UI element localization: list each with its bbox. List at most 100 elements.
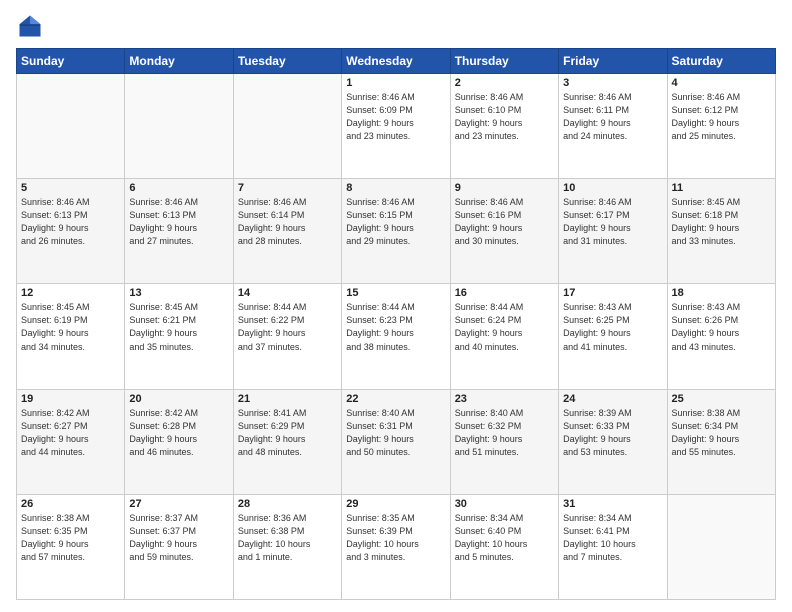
day-info: Sunrise: 8:46 AM Sunset: 6:15 PM Dayligh…	[346, 196, 445, 248]
day-info: Sunrise: 8:46 AM Sunset: 6:12 PM Dayligh…	[672, 91, 771, 143]
day-number: 4	[672, 77, 771, 89]
day-info: Sunrise: 8:46 AM Sunset: 6:13 PM Dayligh…	[129, 196, 228, 248]
calendar-cell: 31 Sunrise: 8:34 AM Sunset: 6:41 PM Dayli…	[559, 494, 667, 599]
week-row-2: 5Sunrise: 8:46 AM Sunset: 6:13 PM Daylig…	[17, 179, 776, 284]
weekday-header-friday: Friday	[559, 49, 667, 74]
day-info: Sunrise: 8:46 AM Sunset: 6:09 PM Dayligh…	[346, 91, 445, 143]
day-number: 23	[455, 393, 554, 405]
day-number: 8	[346, 182, 445, 194]
calendar-cell: 9 Sunrise: 8:46 AM Sunset: 6:16 PM Daylig…	[450, 179, 558, 284]
calendar-cell: 25 Sunrise: 8:38 AM Sunset: 6:34 PM Dayli…	[667, 389, 775, 494]
calendar-cell: 7 Sunrise: 8:46 AM Sunset: 6:14 PM Daylig…	[233, 179, 341, 284]
calendar-cell: 12Sunrise: 8:45 AM Sunset: 6:19 PM Dayli…	[17, 284, 125, 389]
day-number: 24	[563, 393, 662, 405]
day-number: 16	[455, 287, 554, 299]
calendar-cell: 16 Sunrise: 8:44 AM Sunset: 6:24 PM Dayli…	[450, 284, 558, 389]
day-info: Sunrise: 8:46 AM Sunset: 6:14 PM Dayligh…	[238, 196, 337, 248]
logo	[16, 12, 48, 40]
day-info: Sunrise: 8:38 AM Sunset: 6:35 PM Dayligh…	[21, 512, 120, 564]
day-info: Sunrise: 8:43 AM Sunset: 6:25 PM Dayligh…	[563, 301, 662, 353]
weekday-header-tuesday: Tuesday	[233, 49, 341, 74]
calendar-cell	[17, 74, 125, 179]
day-number: 22	[346, 393, 445, 405]
day-number: 17	[563, 287, 662, 299]
day-number: 7	[238, 182, 337, 194]
calendar-cell: 3 Sunrise: 8:46 AM Sunset: 6:11 PM Daylig…	[559, 74, 667, 179]
day-number: 15	[346, 287, 445, 299]
calendar-cell: 26Sunrise: 8:38 AM Sunset: 6:35 PM Dayli…	[17, 494, 125, 599]
weekday-header-wednesday: Wednesday	[342, 49, 450, 74]
day-info: Sunrise: 8:34 AM Sunset: 6:41 PM Dayligh…	[563, 512, 662, 564]
day-info: Sunrise: 8:39 AM Sunset: 6:33 PM Dayligh…	[563, 407, 662, 459]
calendar-cell: 15 Sunrise: 8:44 AM Sunset: 6:23 PM Dayli…	[342, 284, 450, 389]
day-number: 6	[129, 182, 228, 194]
day-info: Sunrise: 8:44 AM Sunset: 6:23 PM Dayligh…	[346, 301, 445, 353]
week-row-3: 12Sunrise: 8:45 AM Sunset: 6:19 PM Dayli…	[17, 284, 776, 389]
calendar-cell: 2 Sunrise: 8:46 AM Sunset: 6:10 PM Daylig…	[450, 74, 558, 179]
day-info: Sunrise: 8:38 AM Sunset: 6:34 PM Dayligh…	[672, 407, 771, 459]
day-info: Sunrise: 8:41 AM Sunset: 6:29 PM Dayligh…	[238, 407, 337, 459]
calendar-cell: 11Sunrise: 8:45 AM Sunset: 6:18 PM Dayli…	[667, 179, 775, 284]
calendar-cell	[125, 74, 233, 179]
weekday-header-saturday: Saturday	[667, 49, 775, 74]
day-number: 27	[129, 498, 228, 510]
day-info: Sunrise: 8:36 AM Sunset: 6:38 PM Dayligh…	[238, 512, 337, 564]
day-number: 28	[238, 498, 337, 510]
week-row-1: 1 Sunrise: 8:46 AM Sunset: 6:09 PM Daylig…	[17, 74, 776, 179]
calendar-page: SundayMondayTuesdayWednesdayThursdayFrid…	[0, 0, 792, 612]
calendar-cell: 30Sunrise: 8:34 AM Sunset: 6:40 PM Dayli…	[450, 494, 558, 599]
day-info: Sunrise: 8:46 AM Sunset: 6:10 PM Dayligh…	[455, 91, 554, 143]
calendar-cell: 21 Sunrise: 8:41 AM Sunset: 6:29 PM Dayli…	[233, 389, 341, 494]
week-row-4: 19 Sunrise: 8:42 AM Sunset: 6:27 PM Dayli…	[17, 389, 776, 494]
calendar-cell: 20 Sunrise: 8:42 AM Sunset: 6:28 PM Dayli…	[125, 389, 233, 494]
day-info: Sunrise: 8:44 AM Sunset: 6:24 PM Dayligh…	[455, 301, 554, 353]
day-number: 20	[129, 393, 228, 405]
day-info: Sunrise: 8:37 AM Sunset: 6:37 PM Dayligh…	[129, 512, 228, 564]
day-info: Sunrise: 8:40 AM Sunset: 6:32 PM Dayligh…	[455, 407, 554, 459]
calendar-cell: 19 Sunrise: 8:42 AM Sunset: 6:27 PM Dayli…	[17, 389, 125, 494]
day-info: Sunrise: 8:42 AM Sunset: 6:28 PM Dayligh…	[129, 407, 228, 459]
day-info: Sunrise: 8:46 AM Sunset: 6:13 PM Dayligh…	[21, 196, 120, 248]
day-number: 30	[455, 498, 554, 510]
weekday-header-sunday: Sunday	[17, 49, 125, 74]
weekday-header-monday: Monday	[125, 49, 233, 74]
week-row-5: 26Sunrise: 8:38 AM Sunset: 6:35 PM Dayli…	[17, 494, 776, 599]
calendar-cell: 14 Sunrise: 8:44 AM Sunset: 6:22 PM Dayli…	[233, 284, 341, 389]
day-number: 3	[563, 77, 662, 89]
day-number: 21	[238, 393, 337, 405]
calendar-cell: 17 Sunrise: 8:43 AM Sunset: 6:25 PM Dayli…	[559, 284, 667, 389]
day-info: Sunrise: 8:45 AM Sunset: 6:19 PM Dayligh…	[21, 301, 120, 353]
day-info: Sunrise: 8:43 AM Sunset: 6:26 PM Dayligh…	[672, 301, 771, 353]
day-info: Sunrise: 8:46 AM Sunset: 6:11 PM Dayligh…	[563, 91, 662, 143]
calendar-cell: 8 Sunrise: 8:46 AM Sunset: 6:15 PM Daylig…	[342, 179, 450, 284]
calendar-cell: 4 Sunrise: 8:46 AM Sunset: 6:12 PM Daylig…	[667, 74, 775, 179]
calendar-cell: 29 Sunrise: 8:35 AM Sunset: 6:39 PM Dayli…	[342, 494, 450, 599]
calendar-cell: 27 Sunrise: 8:37 AM Sunset: 6:37 PM Dayli…	[125, 494, 233, 599]
day-number: 13	[129, 287, 228, 299]
day-number: 9	[455, 182, 554, 194]
calendar-cell: 18 Sunrise: 8:43 AM Sunset: 6:26 PM Dayli…	[667, 284, 775, 389]
day-info: Sunrise: 8:45 AM Sunset: 6:21 PM Dayligh…	[129, 301, 228, 353]
day-info: Sunrise: 8:35 AM Sunset: 6:39 PM Dayligh…	[346, 512, 445, 564]
calendar-cell	[667, 494, 775, 599]
day-number: 18	[672, 287, 771, 299]
day-info: Sunrise: 8:46 AM Sunset: 6:17 PM Dayligh…	[563, 196, 662, 248]
day-info: Sunrise: 8:42 AM Sunset: 6:27 PM Dayligh…	[21, 407, 120, 459]
day-number: 19	[21, 393, 120, 405]
day-number: 10	[563, 182, 662, 194]
day-number: 11	[672, 182, 771, 194]
day-info: Sunrise: 8:44 AM Sunset: 6:22 PM Dayligh…	[238, 301, 337, 353]
calendar-cell: 24 Sunrise: 8:39 AM Sunset: 6:33 PM Dayli…	[559, 389, 667, 494]
header	[16, 12, 776, 40]
day-number: 14	[238, 287, 337, 299]
calendar-cell: 5Sunrise: 8:46 AM Sunset: 6:13 PM Daylig…	[17, 179, 125, 284]
day-number: 2	[455, 77, 554, 89]
day-number: 1	[346, 77, 445, 89]
calendar-cell: 1 Sunrise: 8:46 AM Sunset: 6:09 PM Daylig…	[342, 74, 450, 179]
day-number: 31	[563, 498, 662, 510]
calendar-table: SundayMondayTuesdayWednesdayThursdayFrid…	[16, 48, 776, 600]
day-number: 29	[346, 498, 445, 510]
weekday-header-row: SundayMondayTuesdayWednesdayThursdayFrid…	[17, 49, 776, 74]
day-info: Sunrise: 8:46 AM Sunset: 6:16 PM Dayligh…	[455, 196, 554, 248]
day-number: 25	[672, 393, 771, 405]
